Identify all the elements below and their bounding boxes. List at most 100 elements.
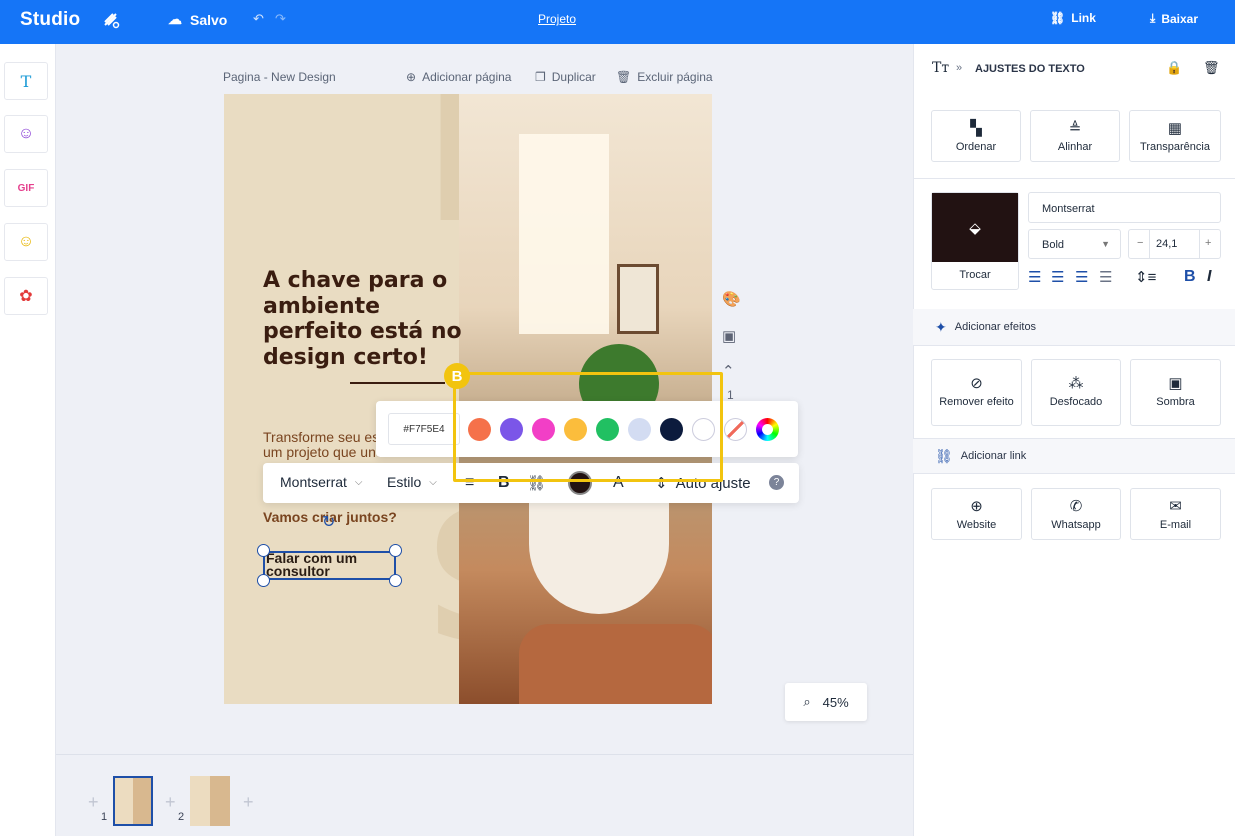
headline-text[interactable]: A chave para o ambiente perfeito está no… — [263, 268, 463, 370]
font-size-value[interactable]: 24,1 — [1156, 238, 1177, 250]
font-weight-select[interactable]: Bold ▼ — [1028, 229, 1121, 259]
remove-effect-label: Remover efeito — [939, 396, 1014, 408]
link-button[interactable]: ⛓ Link — [1050, 11, 1096, 25]
plus-icon[interactable]: + — [1205, 237, 1211, 249]
chevron-down-icon: ⌵ — [354, 476, 363, 488]
image-icon[interactable]: ▣ — [722, 327, 736, 345]
emoji-tool-icon[interactable]: ☺ — [4, 223, 48, 261]
resize-handle[interactable] — [257, 544, 270, 557]
highlight-box — [453, 372, 723, 482]
chevron-up-icon[interactable]: ⌃ — [722, 362, 735, 380]
leather-sofa — [519, 624, 712, 704]
align-right-icon[interactable]: ☰ — [1075, 268, 1088, 286]
shapes-tool-icon[interactable]: ✿ — [4, 277, 48, 315]
page-thumbnail[interactable] — [113, 776, 153, 826]
chevron-down-icon: ⌵ — [429, 476, 437, 488]
font-label: Montserrat — [280, 474, 347, 490]
text-settings-icon: Tт — [932, 60, 950, 76]
selection-box[interactable] — [263, 551, 396, 580]
headline-underline — [350, 382, 445, 384]
undo-icon[interactable]: ↶ — [253, 11, 264, 27]
brand-logo: Studio — [20, 9, 81, 30]
whatsapp-button[interactable]: ✆ Whatsapp — [1031, 488, 1121, 540]
wall-frame — [617, 264, 659, 334]
text-tool-icon[interactable]: T — [4, 62, 48, 100]
caret-down-icon: ▼ — [1101, 239, 1110, 249]
color-fill-card[interactable]: ⬙ Trocar — [931, 192, 1019, 290]
line-height-icon[interactable]: ⇕≡ — [1135, 268, 1156, 286]
remove-effect-button[interactable]: ⊘ Remover efeito — [931, 359, 1022, 426]
add-page-plus-icon[interactable]: + — [165, 792, 176, 813]
no-color-icon[interactable] — [724, 418, 747, 441]
zoom-control[interactable]: ⌕ 45% — [785, 683, 867, 721]
envelope-icon: ✉ — [1169, 498, 1182, 515]
download-button[interactable]: ⤓ Baixar — [1150, 11, 1198, 26]
resize-handle[interactable] — [389, 544, 402, 557]
download-label: Baixar — [1161, 11, 1199, 26]
add-page-button[interactable]: ⊕ Adicionar página — [406, 70, 511, 84]
help-icon[interactable]: ? — [769, 475, 784, 490]
email-button[interactable]: ✉ E-mail — [1130, 488, 1221, 540]
blur-button[interactable]: ⁂ Desfocado — [1031, 359, 1121, 426]
sticker-tool-icon[interactable]: ☺ — [4, 115, 48, 153]
round-table — [529, 494, 669, 614]
font-size-stepper[interactable]: − 24,1 + — [1128, 229, 1221, 259]
link-icon: ⛓ — [935, 447, 953, 464]
layers-icon: ▚ — [970, 120, 982, 137]
transparency-button[interactable]: ▦ Transparência — [1129, 110, 1221, 162]
paint-bucket-icon: ⬙ — [932, 193, 1018, 262]
redo-icon[interactable]: ↷ — [275, 11, 286, 27]
email-label: E-mail — [1159, 519, 1192, 531]
window-light — [519, 134, 609, 334]
website-label: Website — [956, 519, 997, 531]
link-title: Adicionar link — [960, 450, 1027, 462]
page-number-label: 1 — [101, 811, 108, 823]
align-label: Alinhar — [1057, 141, 1093, 153]
delete-page-label: Excluir página — [637, 70, 713, 84]
saved-status: ☁ Salvo — [168, 11, 227, 28]
bold-icon[interactable]: B — [1184, 268, 1196, 286]
align-button[interactable]: ≜ Alinhar — [1030, 110, 1120, 162]
font-family-select[interactable]: Montserrat — [1028, 192, 1221, 223]
page-number: 1 — [727, 388, 734, 402]
panel-title: AJUSTES DO TEXTO — [975, 63, 1085, 75]
add-page-plus-icon[interactable]: + — [88, 792, 99, 813]
left-toolbar: T ☺ GIF ☺ ✿ — [0, 44, 56, 836]
order-button[interactable]: ▚ Ordenar — [931, 110, 1021, 162]
highlight-badge: B — [444, 363, 470, 389]
resize-handle[interactable] — [257, 574, 270, 587]
rotate-handle-icon[interactable]: ↻ — [322, 512, 335, 532]
align-center-icon[interactable]: ☰ — [1051, 268, 1064, 286]
align-left-icon[interactable]: ☰ — [1028, 268, 1041, 286]
palette-icon[interactable]: 🎨 — [722, 290, 741, 308]
add-page-plus-icon[interactable]: + — [243, 792, 254, 813]
gif-tool-icon[interactable]: GIF — [4, 169, 48, 207]
italic-icon[interactable]: I — [1207, 268, 1211, 286]
resize-handle[interactable] — [389, 574, 402, 587]
transparency-label: Transparência — [1140, 141, 1210, 153]
divider — [913, 345, 1235, 346]
page-strip — [56, 754, 913, 836]
shadow-label: Sombra — [1156, 396, 1195, 408]
project-link[interactable]: Projeto — [538, 12, 576, 26]
website-button[interactable]: ⊕ Website — [931, 488, 1022, 540]
page-name: Pagina - New Design — [223, 70, 336, 84]
font-select[interactable]: Montserrat ⌵ — [280, 474, 363, 490]
hex-color-input[interactable]: #F7F5E4 — [388, 413, 460, 445]
align-justify-icon[interactable]: ☰ — [1099, 268, 1112, 286]
color-wheel-icon[interactable] — [756, 418, 779, 441]
effects-title: Adicionar efeitos — [954, 321, 1037, 333]
cloud-icon: ☁ — [168, 11, 182, 27]
divider — [913, 178, 1235, 179]
duplicate-button[interactable]: ❐ Duplicar — [535, 70, 596, 84]
download-icon: ⤓ — [1150, 11, 1156, 25]
delete-page-button[interactable]: 🗑 Excluir página — [616, 70, 713, 84]
page-thumbnail[interactable] — [190, 776, 230, 826]
add-page-label: Adicionar página — [422, 70, 512, 84]
trash-icon[interactable]: 🗑 — [1203, 60, 1220, 76]
shadow-button[interactable]: ▣ Sombra — [1130, 359, 1221, 426]
minus-icon[interactable]: − — [1137, 237, 1143, 249]
globe-icon: ⊕ — [970, 498, 983, 515]
style-select[interactable]: Estilo ⌵ — [387, 474, 437, 490]
lock-icon[interactable]: 🔒 — [1166, 60, 1182, 76]
